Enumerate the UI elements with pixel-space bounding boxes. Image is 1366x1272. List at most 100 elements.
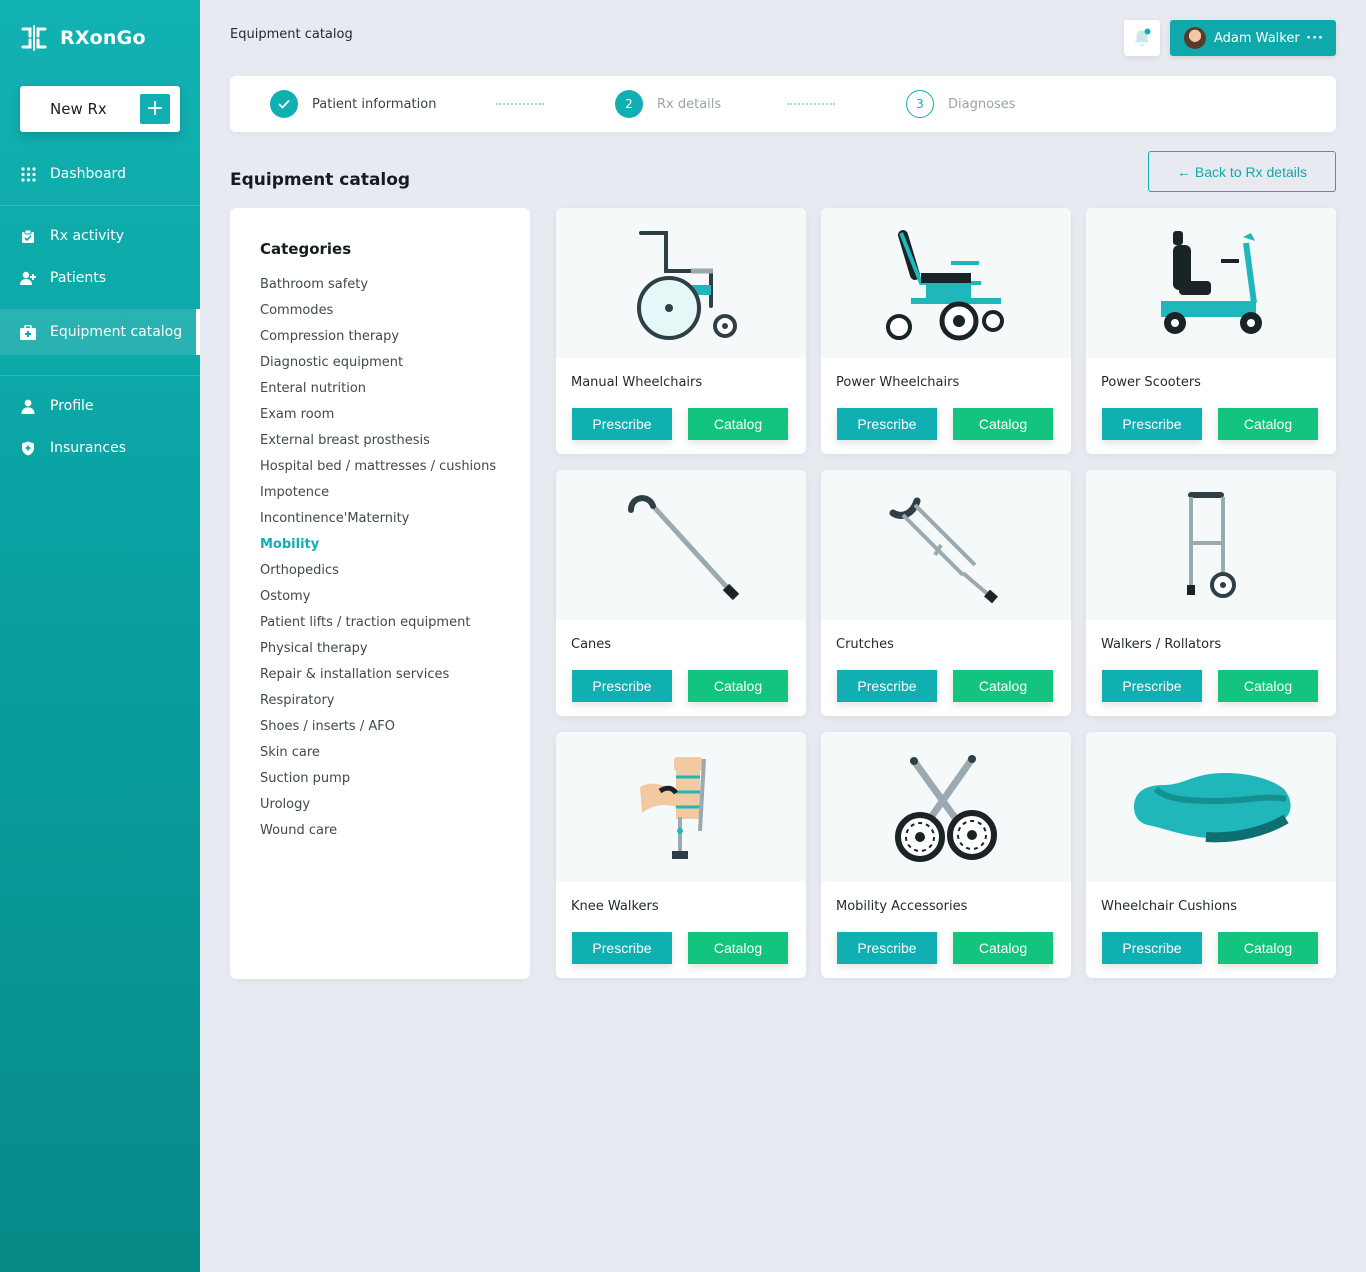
sidebar-item-insurances[interactable]: Insurances xyxy=(0,425,200,471)
back-to-rx-details-button[interactable]: ← Back to Rx details xyxy=(1148,151,1336,192)
product-card[interactable]: Canes Prescribe Catalog xyxy=(556,470,806,716)
divider xyxy=(0,205,200,206)
new-rx-button[interactable]: New Rx + xyxy=(20,86,180,132)
category-item[interactable]: Respiratory xyxy=(260,688,500,714)
prescribe-button[interactable]: Prescribe xyxy=(572,932,672,964)
shield-icon xyxy=(20,440,36,456)
product-card[interactable]: Wheelchair Cushions Prescribe Catalog xyxy=(1086,732,1336,978)
product-title: Walkers / Rollators xyxy=(1101,637,1222,652)
category-item[interactable]: Commodes xyxy=(260,298,500,324)
category-item[interactable]: Ostomy xyxy=(260,584,500,610)
category-item[interactable]: Compression therapy xyxy=(260,324,500,350)
step-rx-details[interactable]: 2 Rx details xyxy=(615,90,721,118)
catalog-button[interactable]: Catalog xyxy=(1218,932,1318,964)
category-item-active[interactable]: Mobility xyxy=(260,532,500,558)
categories-title: Categories xyxy=(260,240,352,258)
catalog-button[interactable]: Catalog xyxy=(953,670,1053,702)
sidebar-item-label: Dashboard xyxy=(50,166,126,182)
catalog-button[interactable]: Catalog xyxy=(688,670,788,702)
product-card[interactable]: Power Wheelchairs Prescribe Catalog xyxy=(821,208,1071,454)
product-title: Crutches xyxy=(836,637,894,652)
prescribe-button[interactable]: Prescribe xyxy=(1102,670,1202,702)
category-item[interactable]: Orthopedics xyxy=(260,558,500,584)
more-icon[interactable]: ··· xyxy=(1306,31,1324,46)
medkit-icon xyxy=(20,324,36,340)
category-item[interactable]: Shoes / inserts / AFO xyxy=(260,714,500,740)
brand-name: RXonGo xyxy=(60,27,146,49)
categories-panel: Categories Bathroom safety Commodes Comp… xyxy=(230,208,530,979)
catalog-button[interactable]: Catalog xyxy=(1218,670,1318,702)
divider xyxy=(0,375,200,376)
category-item[interactable]: Physical therapy xyxy=(260,636,500,662)
category-item[interactable]: Hospital bed / mattresses / cushions xyxy=(260,454,500,480)
product-title: Canes xyxy=(571,637,612,652)
sidebar-item-equipment-catalog[interactable]: Equipment catalog xyxy=(0,309,200,355)
category-item[interactable]: Repair & installation services xyxy=(260,662,500,688)
sidebar-item-label: Equipment catalog xyxy=(50,324,183,340)
step-diagnoses[interactable]: 3 Diagnoses xyxy=(906,90,1016,118)
mobility-accessories-icon xyxy=(821,732,1071,882)
categories-list: Bathroom safety Commodes Compression the… xyxy=(260,272,500,844)
category-item[interactable]: Enteral nutrition xyxy=(260,376,500,402)
product-card[interactable]: Knee Walkers Prescribe Catalog xyxy=(556,732,806,978)
bell-icon xyxy=(1134,28,1151,47)
category-item[interactable]: Skin care xyxy=(260,740,500,766)
category-item[interactable]: Exam room xyxy=(260,402,500,428)
sidebar-item-patients[interactable]: Patients xyxy=(0,255,200,301)
power-scooter-icon xyxy=(1086,208,1336,358)
product-title: Power Scooters xyxy=(1101,375,1201,390)
category-item[interactable]: Patient lifts / traction equipment xyxy=(260,610,500,636)
category-item[interactable]: Incontinence'Maternity xyxy=(260,506,500,532)
clipboard-icon xyxy=(20,228,36,244)
category-item[interactable]: Wound care xyxy=(260,818,500,844)
product-title: Knee Walkers xyxy=(571,899,659,914)
product-card[interactable]: Walkers / Rollators Prescribe Catalog xyxy=(1086,470,1336,716)
breadcrumb: Equipment catalog xyxy=(230,27,353,42)
cane-icon xyxy=(556,470,806,620)
product-card[interactable]: Manual Wheelchairs Prescribe Catalog xyxy=(556,208,806,454)
catalog-button[interactable]: Catalog xyxy=(688,408,788,440)
power-wheelchair-icon xyxy=(821,208,1071,358)
prescribe-button[interactable]: Prescribe xyxy=(837,408,937,440)
product-card[interactable]: Crutches Prescribe Catalog xyxy=(821,470,1071,716)
step-label: Diagnoses xyxy=(948,96,1016,112)
category-item[interactable]: Impotence xyxy=(260,480,500,506)
product-title: Mobility Accessories xyxy=(836,899,968,914)
check-icon xyxy=(270,90,298,118)
sidebar-item-profile[interactable]: Profile xyxy=(0,383,200,429)
crutch-icon xyxy=(821,470,1071,620)
category-item[interactable]: Bathroom safety xyxy=(260,272,500,298)
avatar xyxy=(1184,27,1206,49)
product-card[interactable]: Power Scooters Prescribe Catalog xyxy=(1086,208,1336,454)
sidebar-item-label: Insurances xyxy=(50,440,126,456)
user-menu[interactable]: Adam Walker ··· xyxy=(1170,20,1336,56)
step-patient-information[interactable]: Patient information xyxy=(270,90,436,118)
sidebar-item-rx-activity[interactable]: Rx activity xyxy=(0,213,200,259)
category-item[interactable]: Diagnostic equipment xyxy=(260,350,500,376)
notifications-button[interactable] xyxy=(1124,20,1160,56)
sidebar: RXonGo New Rx + Dashboard Rx activity Pa… xyxy=(0,0,200,1272)
prescribe-button[interactable]: Prescribe xyxy=(1102,408,1202,440)
catalog-button[interactable]: Catalog xyxy=(688,932,788,964)
sidebar-item-label: Profile xyxy=(50,398,94,414)
catalog-button[interactable]: Catalog xyxy=(1218,408,1318,440)
new-rx-label: New Rx xyxy=(50,100,107,118)
step-connector xyxy=(787,103,835,105)
prescribe-button[interactable]: Prescribe xyxy=(572,670,672,702)
step-number: 3 xyxy=(906,90,934,118)
prescribe-button[interactable]: Prescribe xyxy=(837,670,937,702)
knee-walker-icon xyxy=(556,732,806,882)
prescribe-button[interactable]: Prescribe xyxy=(1102,932,1202,964)
category-item[interactable]: Suction pump xyxy=(260,766,500,792)
step-connector xyxy=(496,103,544,105)
category-item[interactable]: External breast prosthesis xyxy=(260,428,500,454)
prescribe-button[interactable]: Prescribe xyxy=(837,932,937,964)
sidebar-item-dashboard[interactable]: Dashboard xyxy=(0,151,200,197)
product-title: Manual Wheelchairs xyxy=(571,375,703,390)
category-item[interactable]: Urology xyxy=(260,792,500,818)
catalog-button[interactable]: Catalog xyxy=(953,932,1053,964)
prescribe-button[interactable]: Prescribe xyxy=(572,408,672,440)
catalog-button[interactable]: Catalog xyxy=(953,408,1053,440)
product-card[interactable]: Mobility Accessories Prescribe Catalog xyxy=(821,732,1071,978)
brand[interactable]: RXonGo xyxy=(20,24,146,52)
